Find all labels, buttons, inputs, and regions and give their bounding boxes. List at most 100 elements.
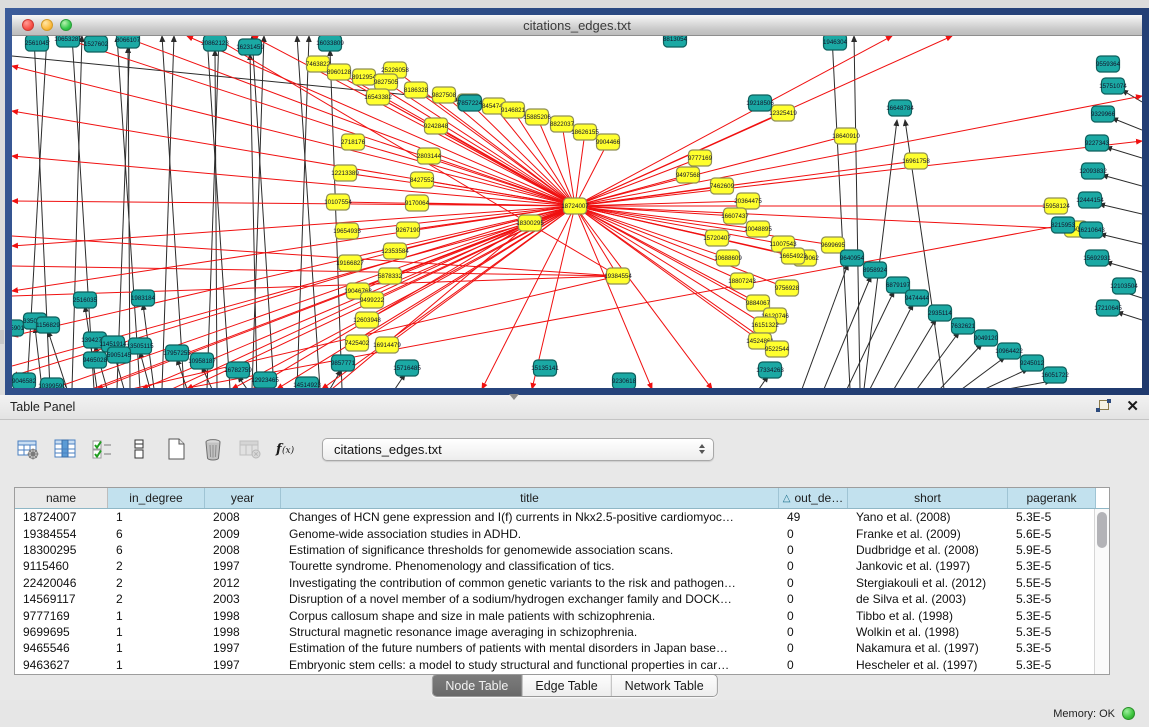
delete-table-icon[interactable] xyxy=(199,435,227,463)
table-cell[interactable]: 19384554 xyxy=(15,525,108,541)
graph-node[interactable]: 8427552 xyxy=(410,172,435,188)
table-cell[interactable]: 1 xyxy=(108,607,205,623)
table-cell[interactable]: Franke et al. (2009) xyxy=(848,525,1008,541)
graph-node[interactable]: 18640910 xyxy=(832,128,860,144)
table-cell[interactable]: 2008 xyxy=(205,542,281,558)
graph-node[interactable]: 15751074 xyxy=(1099,78,1127,94)
graph-node[interactable]: 10958187 xyxy=(188,353,216,369)
select-rows-icon[interactable] xyxy=(88,435,116,463)
toggle-panel-icon[interactable] xyxy=(125,435,153,463)
table-cell[interactable]: 0 xyxy=(779,657,848,673)
graph-node[interactable]: 2803144 xyxy=(417,148,442,164)
citation-graph[interactable]: 1872400718300295746382289601288912954252… xyxy=(12,36,1142,388)
graph-edge[interactable] xyxy=(1117,312,1142,320)
graph-node[interactable]: 16051722 xyxy=(1041,367,1069,383)
graph-node[interactable]: 17957255 xyxy=(163,345,191,361)
graph-node[interactable]: 15720407 xyxy=(703,230,731,246)
graph-node[interactable]: 19166827 xyxy=(336,255,364,271)
graph-node[interactable]: 20862123 xyxy=(201,36,229,51)
table-cell[interactable]: Jankovic et al. (1997) xyxy=(848,558,1008,574)
new-table-icon[interactable] xyxy=(162,435,190,463)
column-header-in_degree[interactable]: in_degree xyxy=(108,488,205,508)
graph-edge[interactable] xyxy=(1106,262,1142,272)
table-cell[interactable]: 1997 xyxy=(205,558,281,574)
table-cell[interactable]: Estimation of significance thresholds fo… xyxy=(281,542,779,558)
collapsed-panel-handle[interactable] xyxy=(0,330,4,344)
graph-edge[interactable] xyxy=(854,36,860,388)
graph-node[interactable]: 10399590 xyxy=(38,378,66,388)
table-cell[interactable]: 9777169 xyxy=(15,607,108,623)
graph-edge[interactable] xyxy=(864,120,897,388)
table-cell[interactable]: 18724007 xyxy=(15,509,108,525)
graph-node[interactable]: 9499222 xyxy=(360,292,385,308)
table-cell[interactable]: 5.3E-5 xyxy=(1008,607,1096,623)
graph-node[interactable]: 9046582 xyxy=(12,373,37,388)
graph-node[interactable]: 12353584 xyxy=(381,243,409,259)
graph-node[interactable]: 16543382 xyxy=(364,89,392,105)
graph-node[interactable]: 10688609 xyxy=(714,250,742,266)
tab-edge-table[interactable]: Edge Table xyxy=(522,675,611,696)
graph-node[interactable]: 8958924 xyxy=(863,262,888,278)
graph-node[interactable]: 9242848 xyxy=(424,118,449,134)
graph-node[interactable]: 16961758 xyxy=(902,153,930,169)
table-cell[interactable]: 2 xyxy=(108,575,205,591)
graph-edge[interactable] xyxy=(72,36,82,388)
graph-node[interactable]: 16231459 xyxy=(236,39,264,55)
minimize-window-icon[interactable] xyxy=(41,19,53,31)
graph-node[interactable]: 1527602 xyxy=(84,36,109,52)
graph-edge[interactable] xyxy=(162,36,174,388)
column-header-title[interactable]: title xyxy=(281,488,779,508)
graph-edge[interactable] xyxy=(162,36,184,388)
table-row[interactable]: 1456911722003Disruption of a novel membe… xyxy=(15,591,1109,607)
graph-node[interactable]: 2935114 xyxy=(928,305,952,321)
scrollbar-thumb[interactable] xyxy=(1097,512,1107,548)
table-cell[interactable]: 2 xyxy=(108,558,205,574)
graph-node[interactable]: 16151322 xyxy=(751,317,779,333)
graph-edge[interactable] xyxy=(128,47,130,388)
table-cell[interactable]: 0 xyxy=(779,525,848,541)
close-panel-icon[interactable]: ✕ xyxy=(1126,399,1139,414)
graph-node[interactable]: 16782759 xyxy=(224,362,252,378)
table-cell[interactable]: Yano et al. (2008) xyxy=(848,509,1008,525)
table-select-dropdown[interactable]: citations_edges.txt xyxy=(322,438,714,461)
table-cell[interactable]: 0 xyxy=(779,542,848,558)
table-cell[interactable]: Tourette syndrome. Phenomenology and cla… xyxy=(281,558,779,574)
graph-node[interactable]: 1946304 xyxy=(823,36,848,50)
graph-node[interactable]: 8066107 xyxy=(116,36,141,48)
table-cell[interactable]: 5.6E-5 xyxy=(1008,525,1096,541)
graph-edge[interactable] xyxy=(985,369,1028,388)
splitter-grip-icon[interactable] xyxy=(509,394,519,400)
table-cell[interactable]: Tibbo et al. (1998) xyxy=(848,607,1008,623)
graph-node[interactable]: 8960128 xyxy=(327,64,352,80)
table-cell[interactable]: 5.3E-5 xyxy=(1008,640,1096,656)
zoom-window-icon[interactable] xyxy=(60,19,72,31)
graph-edge[interactable] xyxy=(575,132,585,206)
graph-edge[interactable] xyxy=(962,357,1005,388)
table-row[interactable]: 911546021997Tourette syndrome. Phenomeno… xyxy=(15,558,1109,574)
table-cell[interactable]: 9463627 xyxy=(15,657,108,673)
table-cell[interactable]: 18300295 xyxy=(15,542,108,558)
graph-node[interactable]: 7857224 xyxy=(458,95,483,111)
graph-edge[interactable] xyxy=(27,36,47,388)
graph-node[interactable]: 16654923 xyxy=(779,248,807,264)
graph-edge[interactable] xyxy=(277,206,575,388)
graph-node[interactable]: 15692931 xyxy=(1083,250,1111,266)
table-cell[interactable]: Disruption of a novel member of a sodium… xyxy=(281,591,779,607)
graph-node[interactable]: 18300295 xyxy=(516,215,544,231)
graph-node[interactable]: 19654935 xyxy=(333,223,361,239)
table-cell[interactable]: 2 xyxy=(108,591,205,607)
memory-status-icon[interactable] xyxy=(1122,707,1135,720)
function-builder-icon[interactable]: f (x) xyxy=(273,435,301,463)
graph-node[interactable]: 9227343 xyxy=(1085,135,1110,151)
graph-node[interactable]: 8912954 xyxy=(352,69,377,85)
select-columns-icon[interactable] xyxy=(51,435,79,463)
table-cell[interactable]: 2012 xyxy=(205,575,281,591)
table-cell[interactable]: 1997 xyxy=(205,657,281,673)
table-cell[interactable]: Corpus callosum shape and size in male p… xyxy=(281,607,779,623)
table-cell[interactable]: Stergiakouli et al. (2012) xyxy=(848,575,1008,591)
graph-node[interactable]: 17334263 xyxy=(756,362,784,378)
graph-edge[interactable] xyxy=(1122,90,1142,102)
table-cell[interactable]: 9699695 xyxy=(15,624,108,640)
graph-node[interactable]: 9245012 xyxy=(1020,355,1045,371)
graph-node[interactable]: 9857771 xyxy=(331,355,356,371)
